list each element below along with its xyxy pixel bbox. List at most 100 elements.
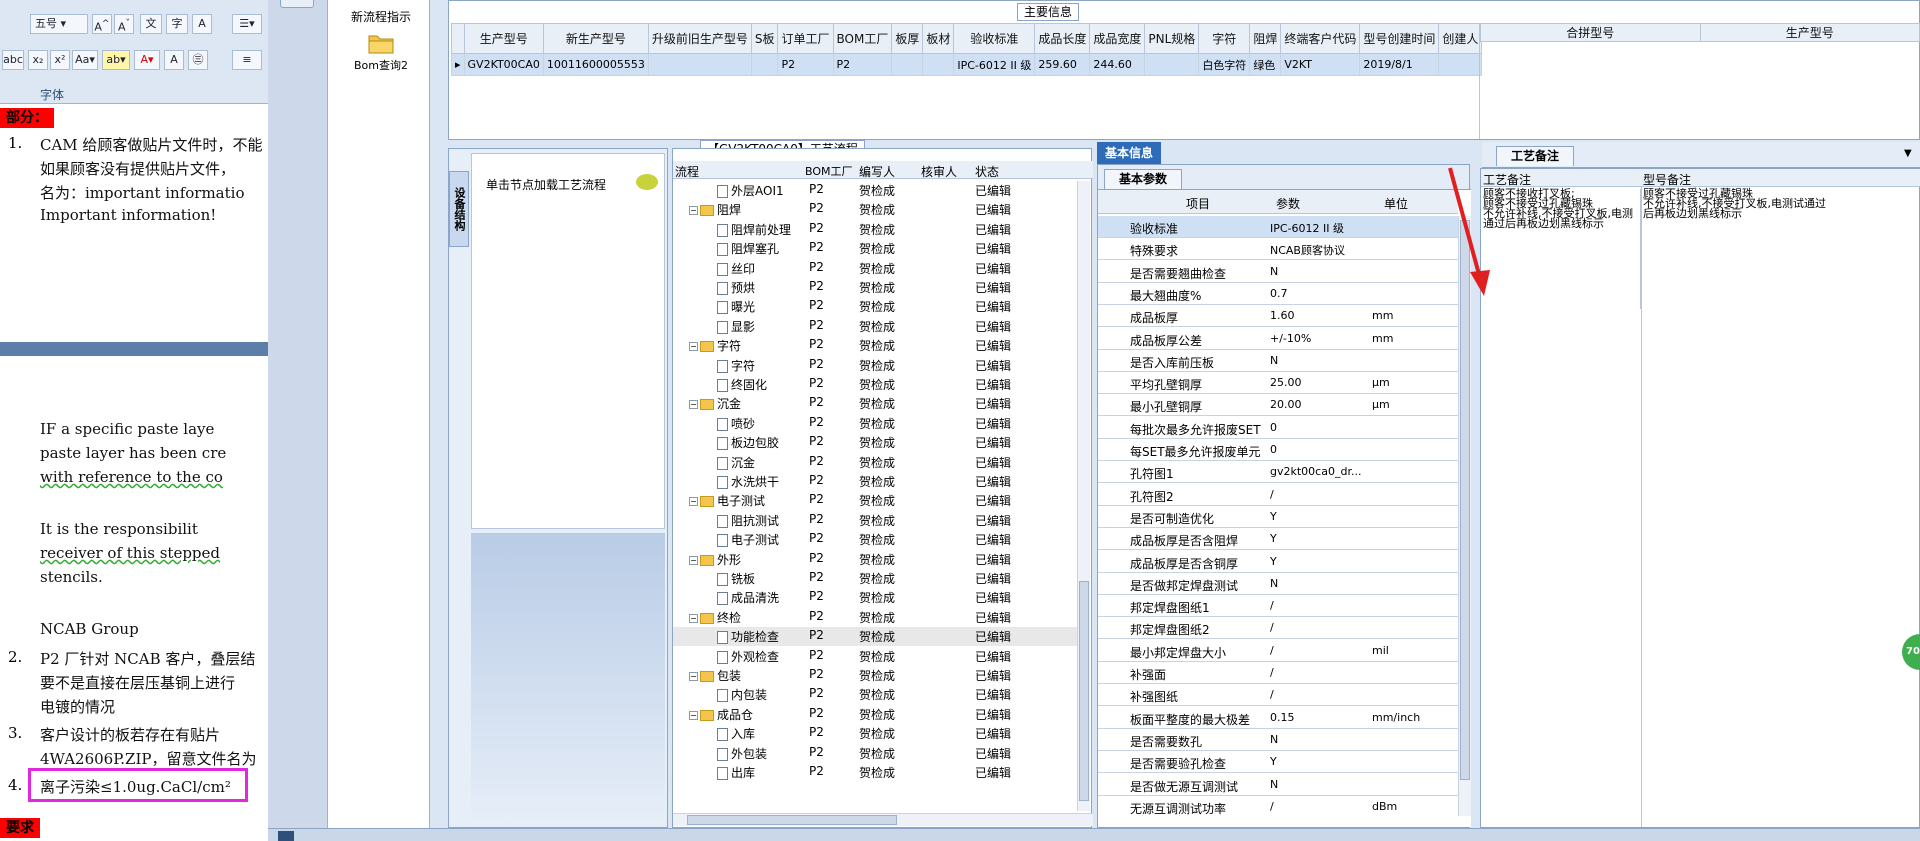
param-row[interactable]: 是否做无源互调测试 N: [1098, 774, 1458, 796]
process-tree-row[interactable]: − 成品仓 P2 贺检成 已编辑: [673, 705, 1077, 724]
param-row[interactable]: 验收标准 IPC-6012 II 级: [1098, 216, 1458, 238]
param-row[interactable]: 特殊要求 NCAB顾客协议: [1098, 238, 1458, 261]
subscript-button[interactable]: x₂: [28, 50, 48, 70]
collapse-icon[interactable]: −: [689, 672, 698, 681]
column-header[interactable]: 状态: [975, 163, 999, 180]
strikethrough-button[interactable]: abc: [2, 50, 24, 70]
param-row[interactable]: 补强面 /: [1098, 662, 1458, 684]
enclose-button[interactable]: ㊂: [188, 50, 208, 70]
table-cell[interactable]: [750, 53, 779, 76]
process-tree-row[interactable]: 板边包胶 P2 贺检成 已编辑: [673, 433, 1077, 452]
process-tree-row[interactable]: 外包装 P2 贺检成 已编辑: [673, 744, 1077, 763]
process-tree-row[interactable]: − 阻焊 P2 贺检成 已编辑: [673, 200, 1077, 219]
toolbar-handle-icon[interactable]: [280, 0, 314, 8]
param-row[interactable]: 无源互调测试功率 / dBm: [1098, 796, 1458, 816]
param-row[interactable]: 孔符图1 gv2kt00ca0_dr...: [1098, 461, 1458, 484]
column-header[interactable]: 合拼型号: [1480, 23, 1701, 42]
table-cell[interactable]: IPC-6012 II 级: [953, 53, 1036, 76]
param-row[interactable]: 邦定焊盘图纸1 /: [1098, 595, 1458, 618]
table-cell[interactable]: V2KT: [1280, 53, 1361, 76]
param-row[interactable]: 最小邦定焊盘大小 / mil: [1098, 640, 1458, 662]
process-tree-row[interactable]: 入库 P2 贺检成 已编辑: [673, 724, 1077, 743]
process-tree-row[interactable]: − 包装 P2 贺检成 已编辑: [673, 666, 1077, 685]
column-header[interactable]: 验收标准: [953, 23, 1036, 54]
process-tree-row[interactable]: 成品清洗 P2 贺检成 已编辑: [673, 588, 1077, 607]
column-header[interactable]: 创建人: [1438, 23, 1483, 54]
param-row[interactable]: 成品板厚是否含阻焊 Y: [1098, 528, 1458, 551]
enclose-char-button[interactable]: 字: [166, 14, 188, 34]
param-row[interactable]: 最大翘曲度% 0.7: [1098, 283, 1458, 305]
collapse-icon[interactable]: −: [689, 555, 698, 565]
model-note-text[interactable]: 顾客不接受过孔藏锡珠 不允许补线,不接受打叉板,电测试通过 后再板边划黑线标示: [1643, 188, 1913, 309]
start-icon[interactable]: [278, 831, 294, 841]
collapse-icon[interactable]: −: [689, 342, 698, 352]
param-row[interactable]: 是否入库前压板 N: [1098, 350, 1458, 372]
table-cell[interactable]: [891, 53, 924, 76]
column-header[interactable]: 型号创建时间: [1359, 23, 1440, 54]
process-tree-row[interactable]: 曝光 P2 贺检成 已编辑: [673, 297, 1077, 316]
table-cell[interactable]: P2: [832, 53, 893, 76]
align-button[interactable]: ≡: [232, 50, 262, 70]
params-vertical-scrollbar[interactable]: [1458, 216, 1471, 816]
column-header[interactable]: 参数: [1276, 195, 1300, 212]
table-cell[interactable]: 白色字符: [1198, 53, 1251, 76]
param-row[interactable]: 是否做邦定焊盘测试 N: [1098, 573, 1458, 595]
table-cell[interactable]: P2: [777, 53, 834, 76]
param-row[interactable]: 平均孔壁铜厚 25.00 μm: [1098, 372, 1458, 395]
table-cell[interactable]: 244.60: [1089, 53, 1146, 76]
param-row[interactable]: 板面平整度的最大极差 0.15 mm/inch: [1098, 707, 1458, 729]
column-header[interactable]: 型号备注: [1643, 171, 1691, 188]
panel-dropdown-arrow-icon[interactable]: ▼: [1904, 148, 1912, 159]
param-row[interactable]: 每SET最多允许报废单元 0: [1098, 439, 1458, 461]
process-tree-row[interactable]: 喷砂 P2 贺检成 已编辑: [673, 414, 1077, 433]
superscript-button[interactable]: x²: [50, 50, 70, 70]
process-tree-row[interactable]: − 电子测试 P2 贺检成 已编辑: [673, 491, 1077, 510]
process-tree-row[interactable]: 预烘 P2 贺检成 已编辑: [673, 278, 1077, 297]
process-tree-row[interactable]: 字符 P2 贺检成 已编辑: [673, 356, 1077, 375]
param-row[interactable]: 补强图纸 /: [1098, 684, 1458, 707]
process-tree-row[interactable]: 内包装 P2 贺检成 已编辑: [673, 685, 1077, 704]
collapse-icon[interactable]: −: [689, 206, 698, 216]
process-tree-row[interactable]: 阻焊前处理 P2 贺检成 已编辑: [673, 220, 1077, 239]
column-header[interactable]: 单位: [1384, 195, 1408, 212]
collapse-icon[interactable]: −: [689, 497, 698, 507]
param-row[interactable]: 孔符图2 /: [1098, 484, 1458, 506]
column-header[interactable]: 项目: [1186, 195, 1210, 212]
table-cell[interactable]: [647, 53, 752, 76]
process-tree-row[interactable]: 阻焊塞孔 P2 贺检成 已编辑: [673, 239, 1077, 258]
param-row[interactable]: 每批次最多允许报废SET 0: [1098, 417, 1458, 439]
column-header[interactable]: 字符: [1198, 23, 1251, 54]
column-header[interactable]: 新生产型号: [542, 23, 649, 54]
char-shading-button[interactable]: A: [164, 50, 184, 70]
column-header[interactable]: 阻焊: [1249, 23, 1282, 54]
param-row[interactable]: 是否需要翘曲检查 N: [1098, 261, 1458, 283]
column-header[interactable]: BOM工厂: [832, 23, 893, 54]
column-header[interactable]: 核审人: [921, 163, 957, 180]
collapse-icon[interactable]: −: [689, 613, 698, 623]
highlight-button[interactable]: ab▾: [102, 50, 130, 70]
column-header[interactable]: 生产型号: [463, 23, 544, 54]
table-cell[interactable]: 绿色: [1249, 53, 1282, 76]
param-row[interactable]: 是否需要数孔 N: [1098, 729, 1458, 751]
param-row[interactable]: 是否需要验孔检查 Y: [1098, 751, 1458, 774]
column-header[interactable]: 成品长度: [1034, 23, 1091, 54]
param-row[interactable]: 是否可制造优化 Y: [1098, 506, 1458, 528]
table-cell[interactable]: [922, 53, 955, 76]
column-header[interactable]: 成品宽度: [1089, 23, 1146, 54]
change-case-button[interactable]: Aa▾: [72, 50, 98, 70]
new-process-button[interactable]: 新流程指示: [336, 0, 426, 26]
tab-basic-params[interactable]: 基本参数: [1104, 169, 1183, 189]
param-row[interactable]: 成品板厚公差 +/-10% mm: [1098, 328, 1458, 350]
scroll-thumb[interactable]: [1079, 581, 1089, 801]
shrink-font-button[interactable]: Aˇ: [114, 14, 134, 34]
param-row[interactable]: 成品板厚是否含铜厚 Y: [1098, 551, 1458, 573]
phonetic-button[interactable]: 文: [140, 14, 162, 34]
scroll-thumb[interactable]: [1460, 220, 1470, 780]
param-row[interactable]: 成品板厚 1.60 mm: [1098, 305, 1458, 328]
process-tree-row[interactable]: 沉金 P2 贺检成 已编辑: [673, 453, 1077, 472]
tree-horizontal-scrollbar[interactable]: [673, 813, 1093, 826]
scroll-thumb[interactable]: [687, 815, 897, 825]
process-tree-row[interactable]: 终固化 P2 贺检成 已编辑: [673, 375, 1077, 394]
process-tree-row[interactable]: 外观检查 P2 贺检成 已编辑: [673, 647, 1077, 666]
column-header[interactable]: 终端客户代码: [1280, 23, 1361, 54]
